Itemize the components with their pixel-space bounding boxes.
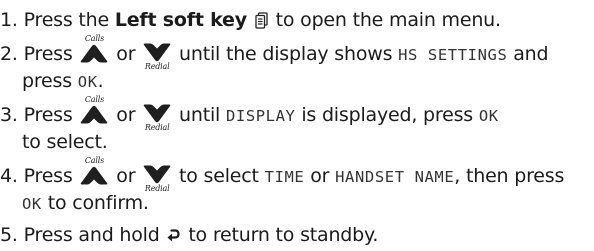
display-text-handset-name: HANDSET NAME	[335, 168, 455, 186]
or-text: or	[116, 165, 136, 187]
display-text-ok: OK	[22, 195, 42, 213]
step-text: to return to standby.	[188, 224, 379, 246]
step-text: to select.	[22, 131, 108, 153]
left-soft-key-label: Left soft key	[114, 9, 247, 31]
step-number: 2.	[0, 43, 18, 65]
step-text: is displayed, press	[301, 104, 473, 126]
redial-down-arrow-key-icon: Redial	[141, 42, 173, 71]
step-4: 4. Press Calls or Redial to select TIME …	[0, 157, 594, 193]
or-text: or	[116, 104, 136, 126]
display-text-hs-settings: HS SETTINGS	[398, 46, 508, 64]
display-text-ok: OK	[478, 107, 499, 125]
step-text: Press	[23, 104, 73, 126]
step-text: and	[513, 43, 549, 65]
or-text: or	[116, 43, 136, 65]
calls-key-label: Calls	[84, 95, 104, 104]
step-text: to confirm.	[47, 192, 149, 214]
calls-up-arrow-key-icon: Calls	[78, 96, 110, 125]
step-1: 1. Press the Left soft key to open the m…	[0, 7, 594, 37]
step-number: 3.	[0, 104, 18, 126]
calls-up-arrow-key-icon: Calls	[78, 157, 110, 186]
step-text: Press the	[23, 9, 115, 31]
calls-key-label: Calls	[84, 34, 104, 43]
step-text: Press and hold	[23, 224, 160, 246]
step-2-continued: press OK.	[0, 68, 594, 96]
step-3-continued: to select.	[0, 129, 594, 156]
display-text-ok: OK	[77, 73, 98, 91]
step-number: 5.	[0, 224, 18, 246]
step-text: press	[22, 70, 72, 92]
step-5: 5. Press and hold to return to standby.	[0, 222, 594, 251]
step-3: 3. Press Calls or Redial until DISPLAY i…	[0, 96, 594, 132]
step-number: 4.	[0, 165, 18, 187]
redial-down-arrow-key-icon: Redial	[141, 164, 173, 193]
back-end-key-icon	[167, 224, 181, 251]
step-text: Press	[23, 43, 73, 65]
step-text: Press	[23, 165, 73, 187]
step-text: to open the main menu.	[275, 9, 501, 31]
step-text: or	[310, 165, 330, 187]
step-text: to select	[179, 165, 259, 187]
step-text: until the display shows	[179, 43, 393, 65]
step-text: , then press	[454, 165, 565, 187]
step-4-continued: OK to confirm.	[0, 190, 594, 218]
calls-key-label: Calls	[84, 156, 104, 165]
step-2: 2. Press Calls or Redial until the displ…	[0, 35, 594, 71]
period-text: .	[97, 70, 104, 92]
step-text: until	[179, 104, 221, 126]
step-number: 1.	[0, 9, 18, 31]
display-text-display: DISPLAY	[225, 107, 296, 125]
redial-down-arrow-key-icon: Redial	[141, 103, 173, 132]
calls-up-arrow-key-icon: Calls	[78, 35, 110, 64]
display-text-time: TIME	[264, 168, 305, 186]
left-soft-key-menu-icon	[255, 10, 268, 37]
